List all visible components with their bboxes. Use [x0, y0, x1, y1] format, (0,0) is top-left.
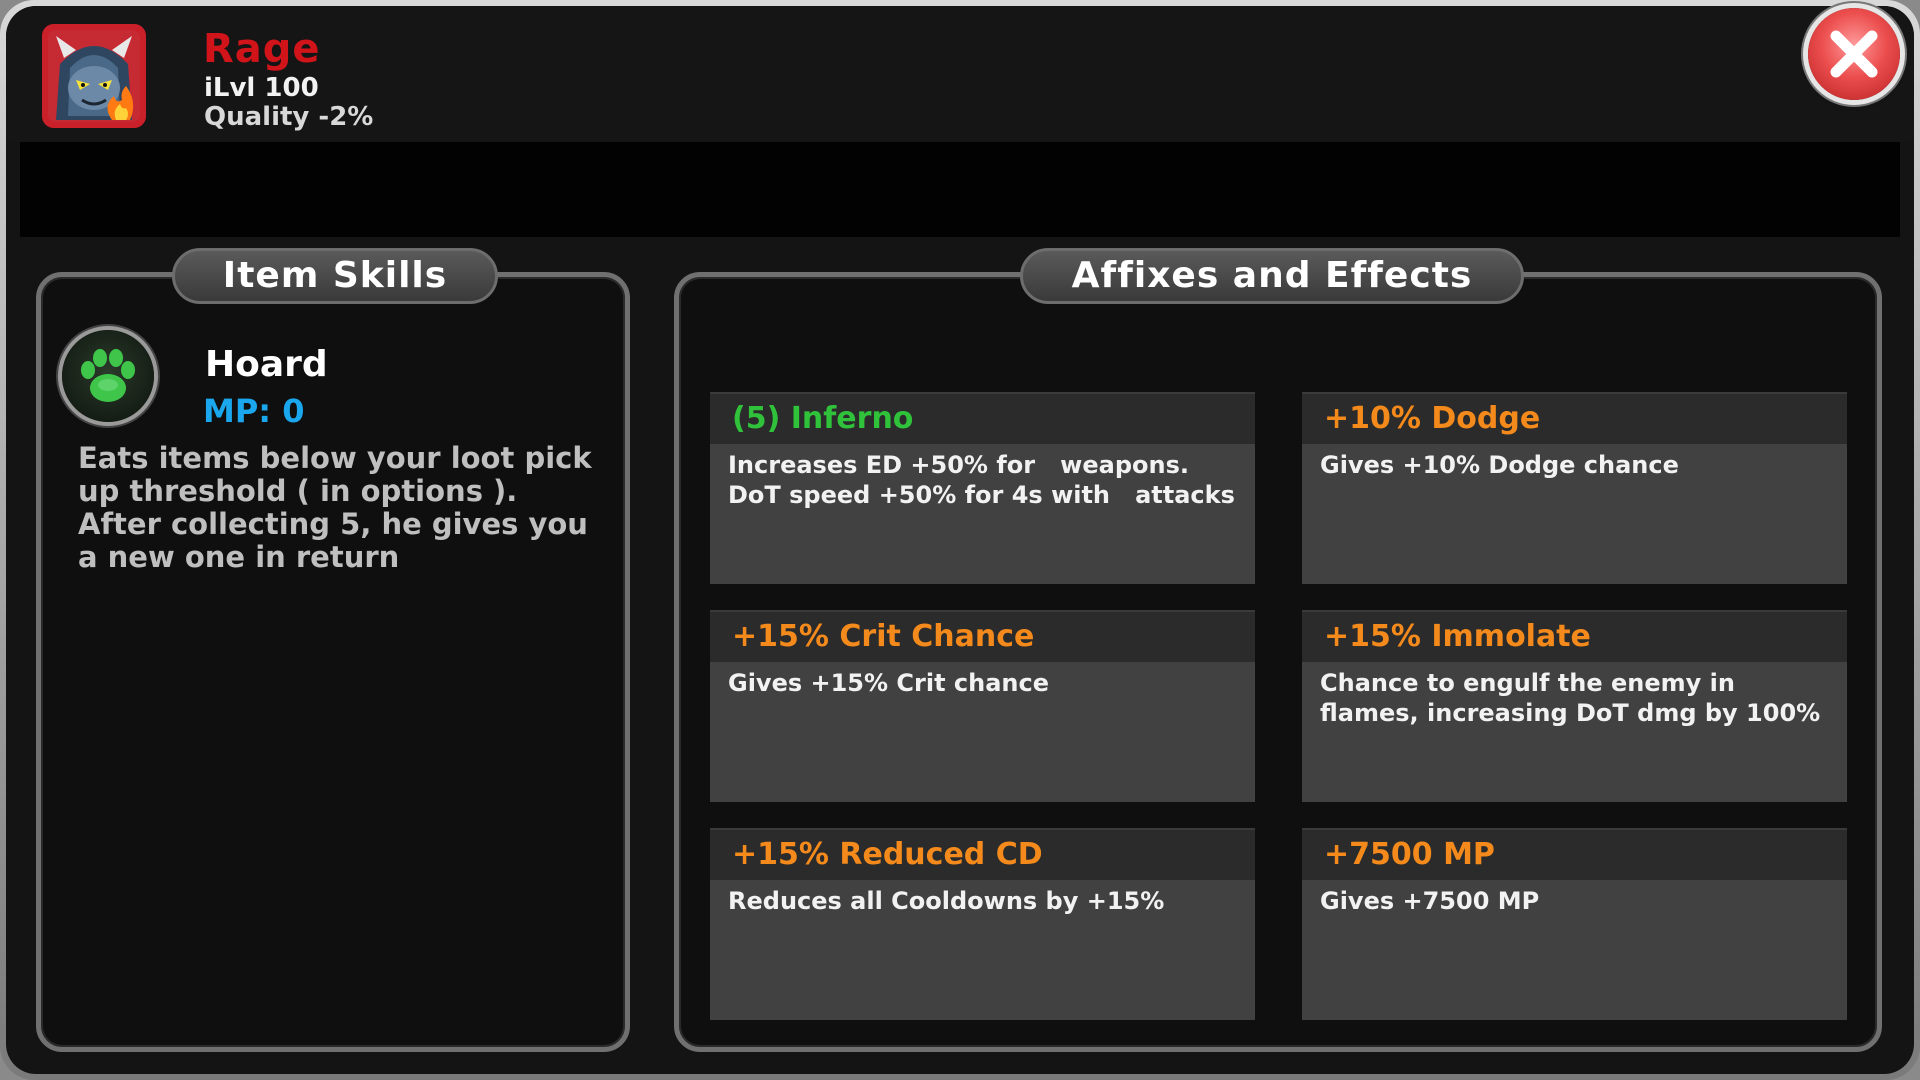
affix-description: Gives +7500 MP — [1320, 887, 1540, 915]
affix-description: Reduces all Cooldowns by +15% — [728, 887, 1165, 915]
affix-card-immolate: +15% Immolate Chance to engulf the enemy… — [1302, 610, 1847, 802]
affix-title: (5) Inferno — [710, 394, 1255, 444]
affix-title: +10% Dodge — [1302, 394, 1847, 444]
affix-card-inferno: (5) Inferno Increases ED +50% for weapon… — [710, 392, 1255, 584]
item-details-frame: Rage iLvl 100 Quality -2% Item Skills Ho… — [0, 0, 1920, 1080]
affix-title: +15% Crit Chance — [710, 612, 1255, 662]
paw-print-icon — [62, 330, 154, 422]
affix-card-reduced-cd: +15% Reduced CD Reduces all Cooldowns by… — [710, 828, 1255, 1020]
close-button[interactable] — [1808, 8, 1900, 100]
affix-card-dodge: +10% Dodge Gives +10% Dodge chance — [1302, 392, 1847, 584]
affix-title: +7500 MP — [1302, 830, 1847, 880]
item-header: Rage iLvl 100 Quality -2% — [6, 6, 1914, 142]
item-banner-area — [20, 142, 1900, 237]
item-name: Rage — [203, 26, 321, 72]
affix-title: +15% Reduced CD — [710, 830, 1255, 880]
affix-card-mp: +7500 MP Gives +7500 MP — [1302, 828, 1847, 1020]
skill-name: Hoard — [205, 344, 328, 385]
affix-title: +15% Immolate — [1302, 612, 1847, 662]
affix-card-crit-chance: +15% Crit Chance Gives +15% Crit chance — [710, 610, 1255, 802]
affixes-title: Affixes and Effects — [1020, 248, 1524, 304]
skill-description: Eats items below your loot pick up thres… — [78, 441, 592, 574]
close-x-icon — [1830, 30, 1878, 78]
affix-description: Chance to engulf the enemy in flames, in… — [1320, 669, 1821, 727]
item-quality: Quality -2% — [204, 102, 374, 132]
item-level: iLvl 100 — [204, 73, 319, 103]
affix-description: Gives +15% Crit chance — [728, 669, 1049, 697]
skill-mp-cost: MP: 0 — [203, 392, 305, 430]
affix-description: Gives +10% Dodge chance — [1320, 451, 1679, 479]
affix-description: Increases ED +50% for weapons. DoT speed… — [728, 451, 1235, 509]
item-skills-title: Item Skills — [172, 248, 498, 304]
horned-monster-portrait-icon — [42, 24, 146, 128]
